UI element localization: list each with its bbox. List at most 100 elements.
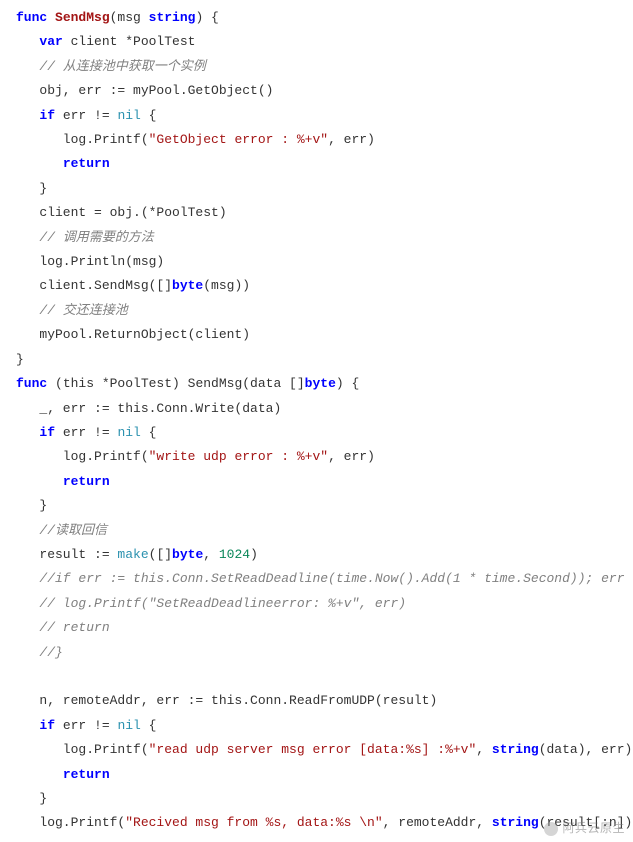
- code-token: ([]: [149, 547, 172, 562]
- code-token: [16, 474, 63, 489]
- code-block: func SendMsg(msg string) { var client *P…: [0, 0, 633, 842]
- code-token: (msg)): [203, 278, 250, 293]
- code-token: log.Printf(: [16, 449, 149, 464]
- code-token: ) {: [195, 10, 218, 25]
- code-token: string: [492, 815, 539, 830]
- code-token: , err): [328, 132, 375, 147]
- code-line: }: [16, 498, 47, 513]
- code-line: obj, err := myPool.GetObject(): [16, 83, 273, 98]
- code-token: nil: [117, 425, 140, 440]
- watermark-text: 阿兵云原生: [562, 821, 625, 835]
- code-token: {: [141, 108, 157, 123]
- code-line: func (this *PoolTest) SendMsg(data []byt…: [16, 376, 359, 391]
- code-token: if: [39, 718, 55, 733]
- code-line: }: [16, 791, 47, 806]
- watermark: 阿兵云原生: [544, 819, 625, 836]
- code-token: ) {: [336, 376, 359, 391]
- code-token: client = obj.(*PoolTest): [16, 205, 227, 220]
- code-token: SendMsg: [55, 10, 110, 25]
- code-token: [16, 571, 39, 586]
- code-line: client = obj.(*PoolTest): [16, 205, 227, 220]
- code-token: [16, 669, 24, 684]
- code-token: [16, 156, 63, 171]
- code-line: client.SendMsg([]byte(msg)): [16, 278, 250, 293]
- code-token: nil: [117, 108, 140, 123]
- code-line: }: [16, 352, 24, 367]
- code-token: ,: [476, 742, 492, 757]
- code-token: _, err := this.Conn.Write(data): [16, 401, 281, 416]
- code-token: if: [39, 108, 55, 123]
- code-line: myPool.ReturnObject(client): [16, 327, 250, 342]
- code-token: func: [16, 10, 55, 25]
- code-token: , remoteAddr,: [383, 815, 492, 830]
- code-token: // return: [39, 620, 109, 635]
- code-token: (data), err): [539, 742, 633, 757]
- code-token: if: [39, 425, 55, 440]
- code-token: n, remoteAddr, err := this.Conn.ReadFrom…: [16, 693, 437, 708]
- code-token: ,: [203, 547, 219, 562]
- code-line: }: [16, 181, 47, 196]
- code-token: [16, 596, 39, 611]
- code-token: client *PoolTest: [63, 34, 196, 49]
- code-token: }: [16, 352, 24, 367]
- code-token: }: [16, 791, 47, 806]
- code-token: client.SendMsg([]: [16, 278, 172, 293]
- code-line: n, remoteAddr, err := this.Conn.ReadFrom…: [16, 693, 437, 708]
- code-line: return: [16, 767, 110, 782]
- code-token: [16, 108, 39, 123]
- code-token: //读取回信: [39, 523, 107, 538]
- code-token: (msg: [110, 10, 149, 25]
- code-token: (this *PoolTest) SendMsg(data []: [47, 376, 304, 391]
- code-token: {: [141, 425, 157, 440]
- code-token: string: [492, 742, 539, 757]
- code-token: "Recived msg from %s, data:%s \n": [125, 815, 382, 830]
- code-line: // log.Printf("SetReadDeadlineerror: %+v…: [16, 596, 406, 611]
- code-line: result := make([]byte, 1024): [16, 547, 258, 562]
- code-line: if err != nil {: [16, 108, 156, 123]
- code-token: byte: [172, 547, 203, 562]
- code-line: if err != nil {: [16, 718, 156, 733]
- code-token: err !=: [55, 425, 117, 440]
- code-token: [16, 645, 39, 660]
- code-token: result :=: [16, 547, 117, 562]
- code-line: // 交还连接池: [16, 303, 128, 318]
- code-line: //}: [16, 645, 63, 660]
- code-line: _, err := this.Conn.Write(data): [16, 401, 281, 416]
- code-token: // log.Printf("SetReadDeadlineerror: %+v…: [39, 596, 406, 611]
- code-token: {: [141, 718, 157, 733]
- code-line: func SendMsg(msg string) {: [16, 10, 219, 25]
- code-token: func: [16, 376, 47, 391]
- code-token: [16, 620, 39, 635]
- code-token: , err): [328, 449, 375, 464]
- code-token: // 交还连接池: [39, 303, 127, 318]
- code-token: obj, err := myPool.GetObject(): [16, 83, 273, 98]
- code-line: var client *PoolTest: [16, 34, 195, 49]
- code-line: log.Printf("write udp error : %+v", err): [16, 449, 375, 464]
- code-line: return: [16, 474, 110, 489]
- code-token: "write udp error : %+v": [149, 449, 328, 464]
- code-token: "GetObject error : %+v": [149, 132, 328, 147]
- code-line: // return: [16, 620, 110, 635]
- code-line: //if err := this.Conn.SetReadDeadline(ti…: [16, 571, 633, 586]
- code-token: [16, 767, 63, 782]
- code-token: log.Printf(: [16, 742, 149, 757]
- code-token: 1024: [219, 547, 250, 562]
- code-line: //读取回信: [16, 523, 107, 538]
- code-token: err !=: [55, 718, 117, 733]
- code-line: log.Printf("read udp server msg error [d…: [16, 742, 632, 757]
- code-token: }: [16, 498, 47, 513]
- code-line: // 从连接池中获取一个实例: [16, 59, 206, 74]
- code-token: //if err := this.Conn.SetReadDeadline(ti…: [39, 571, 633, 586]
- code-token: ): [250, 547, 258, 562]
- code-token: err !=: [55, 108, 117, 123]
- code-token: byte: [305, 376, 336, 391]
- code-token: [16, 523, 39, 538]
- code-token: return: [63, 474, 110, 489]
- code-line: log.Printf("Recived msg from %s, data:%s…: [16, 815, 633, 830]
- code-token: log.Printf(: [16, 815, 125, 830]
- code-token: [16, 230, 39, 245]
- code-line: if err != nil {: [16, 425, 156, 440]
- code-token: return: [63, 156, 110, 171]
- code-token: "read udp server msg error [data:%s] :%+…: [149, 742, 477, 757]
- code-token: [16, 425, 39, 440]
